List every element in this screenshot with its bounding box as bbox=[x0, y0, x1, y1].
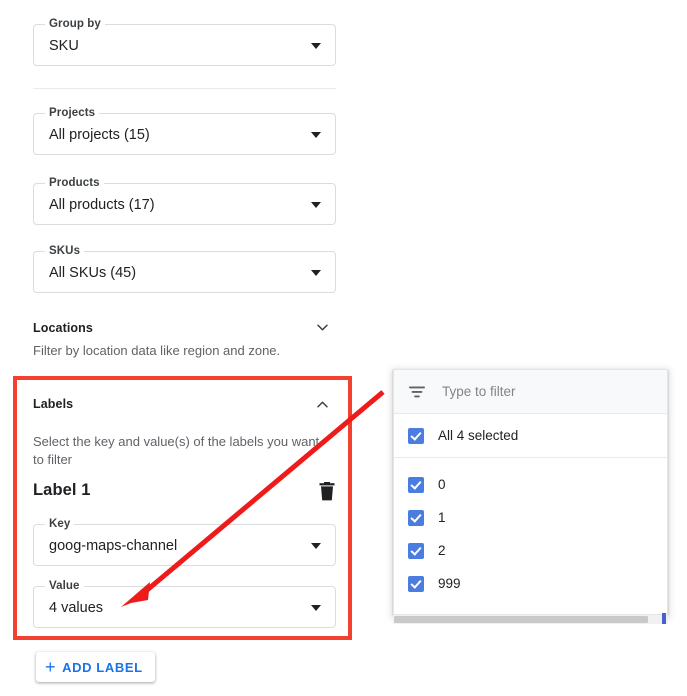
label-key-label: Key bbox=[45, 518, 74, 531]
dropdown-filter-row[interactable] bbox=[394, 370, 667, 414]
option-label: 1 bbox=[438, 509, 446, 527]
dropdown-select-all-row[interactable]: All 4 selected bbox=[394, 414, 667, 458]
projects-label: Projects bbox=[45, 107, 99, 120]
chevron-down-icon bbox=[311, 202, 321, 208]
label-1-title: Label 1 bbox=[33, 481, 91, 500]
products-select[interactable]: Products All products (17) bbox=[33, 183, 336, 225]
select-all-checkbox[interactable] bbox=[408, 428, 424, 444]
projects-value: All projects (15) bbox=[49, 125, 150, 145]
option-checkbox[interactable] bbox=[408, 576, 424, 592]
label-values-dropdown-panel: All 4 selected 0 1 2 999 bbox=[393, 369, 668, 615]
chevron-down-icon bbox=[311, 605, 321, 611]
option-label: 0 bbox=[438, 476, 446, 494]
chevron-down-icon bbox=[311, 543, 321, 549]
list-item[interactable]: 999 bbox=[394, 567, 667, 600]
clipped-text-ghost-left bbox=[399, 359, 439, 363]
list-item[interactable]: 1 bbox=[394, 501, 667, 534]
group-by-value: SKU bbox=[49, 36, 79, 56]
skus-value: All SKUs (45) bbox=[49, 263, 136, 283]
list-item[interactable]: 2 bbox=[394, 534, 667, 567]
locations-section-description: Filter by location data like region and … bbox=[33, 342, 280, 360]
dropdown-filter-input[interactable] bbox=[440, 383, 634, 400]
group-by-select[interactable]: Group by SKU bbox=[33, 24, 336, 66]
plus-icon: + bbox=[45, 659, 56, 675]
locations-section-title: Locations bbox=[33, 321, 93, 335]
option-checkbox[interactable] bbox=[408, 510, 424, 526]
labels-section-title: Labels bbox=[33, 397, 73, 411]
dropdown-option-list: 0 1 2 999 bbox=[394, 458, 667, 600]
option-checkbox[interactable] bbox=[408, 543, 424, 559]
filter-sidebar: Group by SKU Projects All projects (15) … bbox=[0, 0, 372, 696]
chevron-down-icon bbox=[311, 43, 321, 49]
option-checkbox[interactable] bbox=[408, 477, 424, 493]
select-all-label: All 4 selected bbox=[438, 427, 518, 445]
skus-label: SKUs bbox=[45, 245, 84, 258]
label-value-select[interactable]: Value 4 values bbox=[33, 586, 336, 628]
products-value: All products (17) bbox=[49, 195, 155, 215]
option-label: 999 bbox=[438, 575, 461, 593]
section-divider bbox=[33, 88, 336, 89]
trash-icon[interactable] bbox=[318, 482, 336, 501]
chevron-up-icon[interactable] bbox=[315, 397, 330, 412]
label-value-value: 4 values bbox=[49, 598, 103, 618]
projects-select[interactable]: Projects All projects (15) bbox=[33, 113, 336, 155]
add-label-button[interactable]: + ADD LABEL bbox=[36, 652, 155, 682]
clipped-text-ghost-right bbox=[533, 359, 573, 363]
filter-list-icon bbox=[408, 383, 426, 401]
option-label: 2 bbox=[438, 542, 446, 560]
chevron-down-icon[interactable] bbox=[315, 320, 330, 335]
products-label: Products bbox=[45, 177, 104, 190]
group-by-label: Group by bbox=[45, 18, 105, 31]
dropdown-horizontal-scrollbar-thumb[interactable] bbox=[394, 616, 648, 623]
add-label-button-text: ADD LABEL bbox=[62, 660, 143, 675]
label-key-value: goog-maps-channel bbox=[49, 536, 177, 556]
label-value-label: Value bbox=[45, 580, 84, 593]
labels-section-description: Select the key and value(s) of the label… bbox=[33, 433, 333, 469]
dropdown-scrollbar-corner[interactable] bbox=[662, 613, 666, 624]
chevron-down-icon bbox=[311, 270, 321, 276]
label-key-select[interactable]: Key goog-maps-channel bbox=[33, 524, 336, 566]
skus-select[interactable]: SKUs All SKUs (45) bbox=[33, 251, 336, 293]
chevron-down-icon bbox=[311, 132, 321, 138]
list-item[interactable]: 0 bbox=[394, 468, 667, 501]
